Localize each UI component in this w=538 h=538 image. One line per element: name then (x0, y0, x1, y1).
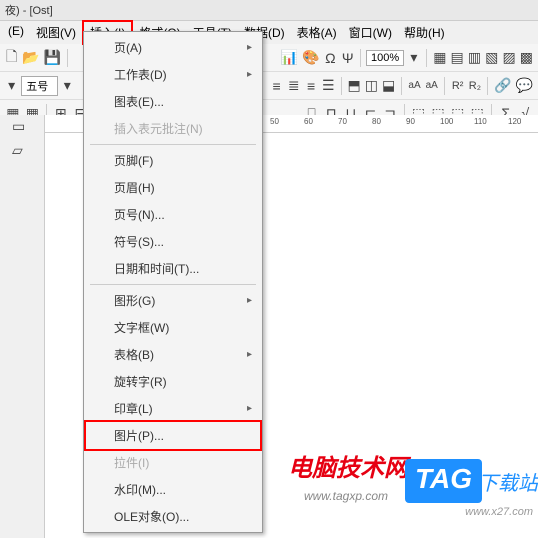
dropdown-item[interactable]: 页(A) (86, 34, 260, 61)
dropdown-item: 拉件(I) (86, 449, 260, 476)
valign-mid-icon[interactable]: ◫ (364, 75, 379, 97)
layout1-icon[interactable]: ▦ (432, 47, 447, 69)
separator (67, 49, 68, 67)
valign-bot-icon[interactable]: ⬓ (381, 75, 396, 97)
dropdown-item[interactable]: 工作表(D) (86, 61, 260, 88)
ruler-tick: 120 (508, 117, 521, 126)
dropdown-item[interactable]: 页号(N)... (86, 201, 260, 228)
ruler-tick: 110 (474, 117, 487, 126)
panel-tool-icon[interactable]: ▭ (11, 117, 33, 139)
align-right-icon[interactable]: ≡ (303, 75, 318, 97)
r-small-icon[interactable]: R² (450, 75, 465, 97)
separator (487, 77, 488, 95)
menu-item[interactable]: 帮助(H) (398, 22, 451, 43)
tag-logo-text: 下载站 (478, 467, 538, 496)
ruler-tick: 60 (304, 117, 313, 126)
dropdown-item[interactable]: OLE对象(O)... (86, 503, 260, 530)
dropdown-icon[interactable]: ▾ (4, 75, 19, 97)
psi-icon[interactable]: Ψ (340, 47, 355, 69)
separator (341, 77, 342, 95)
layout5-icon[interactable]: ▨ (501, 47, 516, 69)
menu-bar: (E)视图(V)插入(I)格式(O)工具(T)数据(D)表格(A)窗口(W)帮助… (0, 21, 538, 44)
separator (401, 77, 402, 95)
dropdown-icon[interactable]: ▾ (60, 75, 75, 97)
menu-item[interactable]: 视图(V) (30, 22, 82, 43)
title-text: 夜) - [Ost] (5, 5, 53, 17)
menu-separator (90, 284, 256, 285)
menu-separator (90, 144, 256, 145)
title-bar: 夜) - [Ost] (0, 0, 538, 21)
dropdown-item: 插入表元批注(N) (86, 115, 260, 142)
separator (360, 49, 361, 67)
justify-icon[interactable]: ☰ (321, 75, 336, 97)
tag-logo-url: www.x27.com (465, 506, 533, 518)
font-size-field[interactable]: 五号 (21, 76, 57, 96)
comment-icon[interactable]: 💬 (515, 75, 534, 97)
dropdown-item[interactable]: 页脚(F) (86, 147, 260, 174)
menu-item[interactable]: 窗口(W) (343, 22, 398, 43)
dropdown-item[interactable]: 水印(M)... (86, 476, 260, 503)
ruler-tick: 90 (406, 117, 415, 126)
menu-item[interactable]: (E) (2, 22, 30, 43)
align-left-icon[interactable]: ≡ (269, 75, 284, 97)
separator (444, 77, 445, 95)
dropdown-item[interactable]: 图表(E)... (86, 88, 260, 115)
layout4-icon[interactable]: ▧ (484, 47, 499, 69)
font-aa-icon[interactable]: aA (407, 75, 422, 97)
insert-dropdown-menu: 页(A)工作表(D)图表(E)...插入表元批注(N) 页脚(F)页眉(H)页号(… (83, 31, 263, 533)
panel-tool-icon[interactable]: ▱ (11, 141, 33, 163)
chart-icon[interactable]: 📊 (280, 47, 299, 69)
align-center-icon[interactable]: ≣ (286, 75, 301, 97)
layout3-icon[interactable]: ▥ (467, 47, 482, 69)
dropdown-item[interactable]: 图形(G) (86, 287, 260, 314)
dropdown-item[interactable]: 日期和时间(T)... (86, 255, 260, 282)
tag-logo-box: TAG (405, 459, 482, 503)
toolbar-format: ▾ 五号 ▾ ≡ ≣ ≡ ☰ ⬒ ◫ ⬓ aA aA R² R₂ 🔗 💬 (0, 72, 538, 100)
watermark-logo-text: 电脑技术网 (288, 448, 408, 483)
layout6-icon[interactable]: ▩ (519, 47, 534, 69)
dropdown-item[interactable]: 表格(B) (86, 341, 260, 368)
dropdown-item[interactable]: 印章(L) (86, 395, 260, 422)
separator (426, 49, 427, 67)
dropdown-item[interactable]: 页眉(H) (86, 174, 260, 201)
menu-item[interactable]: 表格(A) (291, 22, 343, 43)
dropdown-icon[interactable]: ▾ (406, 47, 421, 69)
dropdown-item[interactable]: 文字框(W) (86, 314, 260, 341)
layout2-icon[interactable]: ▤ (449, 47, 464, 69)
font-aa2-icon[interactable]: aA (424, 75, 439, 97)
r-sub-icon[interactable]: R₂ (467, 75, 482, 97)
ruler-tick: 70 (338, 117, 347, 126)
dropdown-item[interactable]: 图片(P)... (84, 420, 262, 451)
ruler-tick: 80 (372, 117, 381, 126)
palette-icon[interactable]: 🎨 (301, 47, 320, 69)
valign-top-icon[interactable]: ⬒ (347, 75, 362, 97)
dropdown-item[interactable]: 旋转字(R) (86, 368, 260, 395)
watermark-logo-url: www.tagxp.com (304, 489, 388, 503)
save-icon[interactable]: 💾 (43, 47, 62, 69)
tag-logo: TAG 下载站 (405, 459, 538, 503)
omega-icon[interactable]: Ω (323, 47, 338, 69)
link-icon[interactable]: 🔗 (493, 75, 512, 97)
zoom-field[interactable]: 100% (366, 50, 404, 66)
toolbar-main: 🗋 📂 💾 📊 🎨 Ω Ψ 100% ▾ ▦ ▤ ▥ ▧ ▨ ▩ (0, 44, 538, 72)
ruler-tick: 100 (440, 117, 453, 126)
ruler-tick: 50 (270, 117, 279, 126)
left-tool-panel: ▭ ▱ (0, 115, 45, 538)
new-icon[interactable]: 🗋 (4, 47, 19, 69)
dropdown-item[interactable]: 符号(S)... (86, 228, 260, 255)
open-icon[interactable]: 📂 (21, 47, 40, 69)
